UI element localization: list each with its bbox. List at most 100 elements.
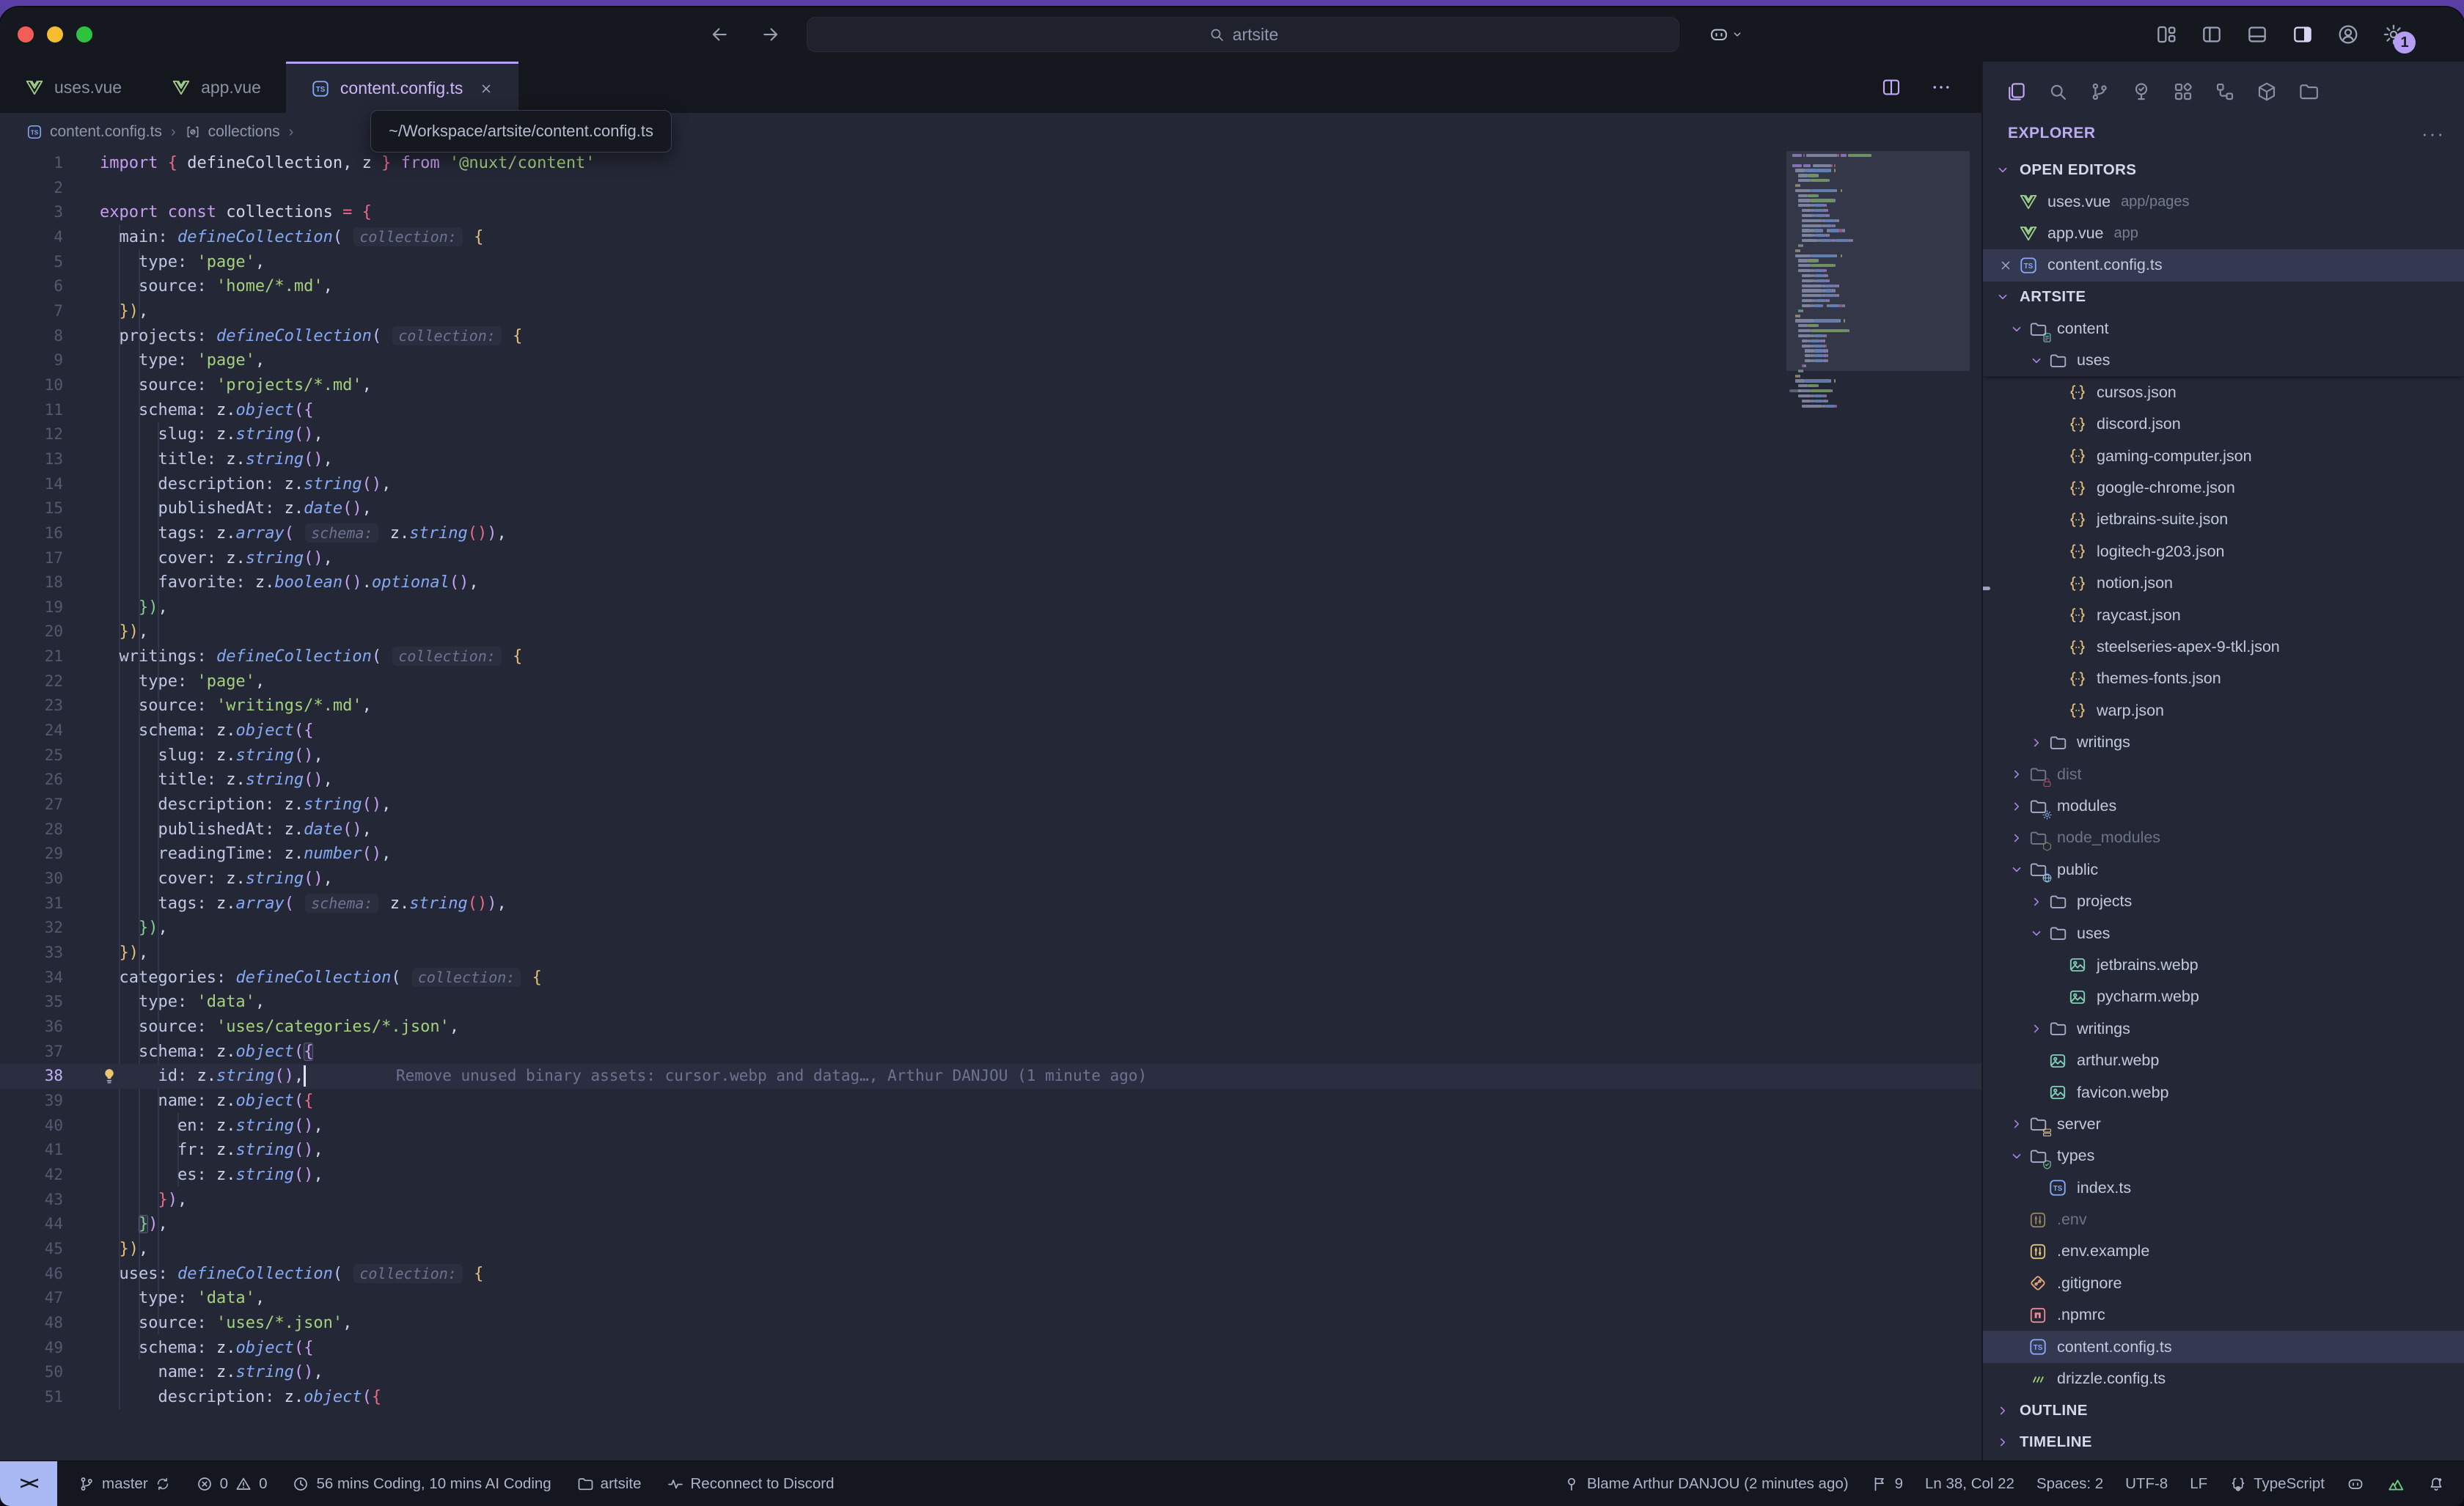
minimap[interactable] xyxy=(1786,151,1970,1461)
code-line[interactable]: 44 }), xyxy=(0,1212,1981,1237)
code-line[interactable]: 29 readingTime: z.number(), xyxy=(0,842,1981,867)
activity-files-icon[interactable] xyxy=(2005,81,2027,103)
status-item-right-5[interactable]: LF xyxy=(2190,1475,2207,1493)
tree-row-index.ts[interactable]: TSindex.ts xyxy=(1983,1172,2464,1204)
tree-row-content[interactable]: content xyxy=(1983,313,2464,345)
status-item-right-8[interactable] xyxy=(2386,1474,2405,1494)
account-icon[interactable] xyxy=(2336,23,2360,46)
tree-row-modules[interactable]: modules xyxy=(1983,790,2464,822)
code-line[interactable]: 4 main: defineCollection( collection: { xyxy=(0,225,1981,250)
split-editor-icon[interactable] xyxy=(1880,76,1902,98)
code-line[interactable]: 14 description: z.string(), xyxy=(0,472,1981,497)
code-line[interactable]: 9 type: 'page', xyxy=(0,348,1981,373)
code-editor[interactable]: 1import { defineCollection, z } from '@n… xyxy=(0,151,1981,1461)
code-line[interactable]: 6 source: 'home/*.md', xyxy=(0,274,1981,299)
tree-row-.gitignore[interactable]: .gitignore xyxy=(1983,1268,2464,1299)
section-outline[interactable]: OUTLINE xyxy=(1983,1395,2464,1426)
tree-row-.env.example[interactable]: .env.example xyxy=(1983,1235,2464,1267)
customize-layout-icon[interactable] xyxy=(2155,23,2178,46)
status-item-right-7[interactable] xyxy=(2347,1475,2364,1493)
code-line[interactable]: 2 xyxy=(0,176,1981,201)
code-line[interactable]: 39 name: z.object({ xyxy=(0,1089,1981,1114)
code-line[interactable]: 10 source: 'projects/*.md', xyxy=(0,373,1981,398)
code-line[interactable]: 8 projects: defineCollection( collection… xyxy=(0,324,1981,349)
tree-row-drizzle.config.ts[interactable]: drizzle.config.ts xyxy=(1983,1363,2464,1395)
activity-tree-icon[interactable] xyxy=(2130,81,2152,103)
code-line[interactable]: 37 schema: z.object({ xyxy=(0,1040,1981,1065)
status-item-left-1[interactable]: 00 xyxy=(196,1475,268,1493)
tree-row-raycast.json[interactable]: raycast.json xyxy=(1983,599,2464,631)
tab-app.vue[interactable]: app.vue xyxy=(147,62,286,113)
tree-row-themes-fonts.json[interactable]: themes-fonts.json xyxy=(1983,663,2464,694)
code-line[interactable]: 50 name: z.string(), xyxy=(0,1360,1981,1385)
status-item-right-3[interactable]: Spaces: 2 xyxy=(2036,1475,2103,1493)
breadcrumb-item[interactable]: collections xyxy=(185,123,280,141)
code-line[interactable]: 15 publishedAt: z.date(), xyxy=(0,496,1981,521)
tree-row-cursos.json[interactable]: cursos.json xyxy=(1983,377,2464,408)
toggle-primary-sidebar-icon[interactable] xyxy=(2200,23,2223,46)
code-line[interactable]: 28 publishedAt: z.date(), xyxy=(0,818,1981,842)
more-actions-icon[interactable] xyxy=(1930,76,1952,98)
command-center-search[interactable]: artsite xyxy=(807,17,1679,52)
code-line[interactable]: 18 favorite: z.boolean().optional(), xyxy=(0,570,1981,595)
code-line[interactable]: 42 es: z.string(), xyxy=(0,1163,1981,1188)
code-line[interactable]: 30 cover: z.string(), xyxy=(0,867,1981,892)
tree-row-notion.json[interactable]: notion.json xyxy=(1983,567,2464,599)
code-line[interactable]: 49 schema: z.object({ xyxy=(0,1336,1981,1361)
tab-uses.vue[interactable]: uses.vue xyxy=(0,62,147,113)
status-item-right-9[interactable] xyxy=(2427,1475,2445,1493)
settings-gear[interactable]: 1 xyxy=(2382,23,2405,46)
breadcrumb-item[interactable]: TScontent.config.ts xyxy=(26,123,162,141)
code-line[interactable]: 1import { defineCollection, z } from '@n… xyxy=(0,151,1981,176)
code-line[interactable]: 20 }), xyxy=(0,620,1981,644)
code-line[interactable]: 47 type: 'data', xyxy=(0,1286,1981,1311)
explorer-more-icon[interactable]: ··· xyxy=(2421,122,2445,145)
status-item-right-0[interactable]: Blame Arthur DANJOU (2 minutes ago) xyxy=(1563,1475,1849,1493)
tree-row-gaming-computer.json[interactable]: gaming-computer.json xyxy=(1983,441,2464,472)
code-line[interactable]: 16 tags: z.array( schema: z.string()), xyxy=(0,521,1981,546)
code-line[interactable]: 25 slug: z.string(), xyxy=(0,743,1981,768)
code-line[interactable]: 22 type: 'page', xyxy=(0,669,1981,694)
tree-row-dist[interactable]: dist xyxy=(1983,758,2464,790)
tree-row-uses[interactable]: uses xyxy=(1983,917,2464,949)
status-item-right-2[interactable]: Ln 38, Col 22 xyxy=(1925,1475,2014,1493)
code-line[interactable]: 19 }), xyxy=(0,595,1981,620)
code-line[interactable]: 45 }), xyxy=(0,1237,1981,1262)
code-line[interactable]: 12 slug: z.string(), xyxy=(0,422,1981,447)
code-line[interactable]: 27 description: z.string(), xyxy=(0,793,1981,818)
tree-row-jetbrains-suite.json[interactable]: jetbrains-suite.json xyxy=(1983,504,2464,535)
tree-row-logitech-g203.json[interactable]: logitech-g203.json xyxy=(1983,536,2464,567)
code-line[interactable]: 34 categories: defineCollection( collect… xyxy=(0,966,1981,991)
code-line[interactable]: 35 type: 'data', xyxy=(0,990,1981,1015)
tree-row-.npmrc[interactable]: .npmrc xyxy=(1983,1299,2464,1331)
tree-row-steelseries-apex-9-tkl.json[interactable]: steelseries-apex-9-tkl.json xyxy=(1983,631,2464,663)
sash-handle[interactable] xyxy=(1981,587,1990,590)
code-line[interactable]: 43 }), xyxy=(0,1188,1981,1213)
activity-package-icon[interactable] xyxy=(2256,81,2278,103)
activity-branch-icon[interactable] xyxy=(2089,81,2111,103)
tree-row-node_modules[interactable]: node_modules xyxy=(1983,822,2464,853)
tree-row-pycharm.webp[interactable]: pycharm.webp xyxy=(1983,981,2464,1013)
tree-row-google-chrome.json[interactable]: google-chrome.json xyxy=(1983,472,2464,504)
close-window-button[interactable] xyxy=(18,26,34,43)
code-line[interactable]: 26 title: z.string(), xyxy=(0,768,1981,793)
tree-row-.env[interactable]: .env xyxy=(1983,1204,2464,1235)
code-line[interactable]: 33 }), xyxy=(0,941,1981,966)
activity-extensions-icon[interactable] xyxy=(2172,81,2194,103)
section-timeline[interactable]: TIMELINE xyxy=(1983,1427,2464,1458)
status-item-left-0[interactable]: master xyxy=(78,1475,171,1493)
tree-row-server[interactable]: server xyxy=(1983,1109,2464,1140)
status-item-right-4[interactable]: UTF-8 xyxy=(2125,1475,2168,1493)
close-editor-icon[interactable] xyxy=(1998,258,2013,273)
tree-row-content.config.ts[interactable]: TScontent.config.ts xyxy=(1983,249,2464,281)
activity-search-icon[interactable] xyxy=(2047,81,2069,103)
code-line[interactable]: 3export const collections = { xyxy=(0,200,1981,225)
status-item-left-4[interactable]: Reconnect to Discord xyxy=(667,1475,835,1493)
code-line[interactable]: 36 source: 'uses/categories/*.json', xyxy=(0,1015,1981,1040)
code-line[interactable]: 51 description: z.object({ xyxy=(0,1385,1981,1410)
status-item-left-2[interactable]: 56 mins Coding, 10 mins AI Coding xyxy=(292,1475,551,1493)
copilot-menu[interactable] xyxy=(1709,24,1744,45)
tree-row-discord.json[interactable]: discord.json xyxy=(1983,408,2464,440)
code-line[interactable]: 41 fr: z.string(), xyxy=(0,1138,1981,1163)
tree-row-writings[interactable]: writings xyxy=(1983,727,2464,758)
